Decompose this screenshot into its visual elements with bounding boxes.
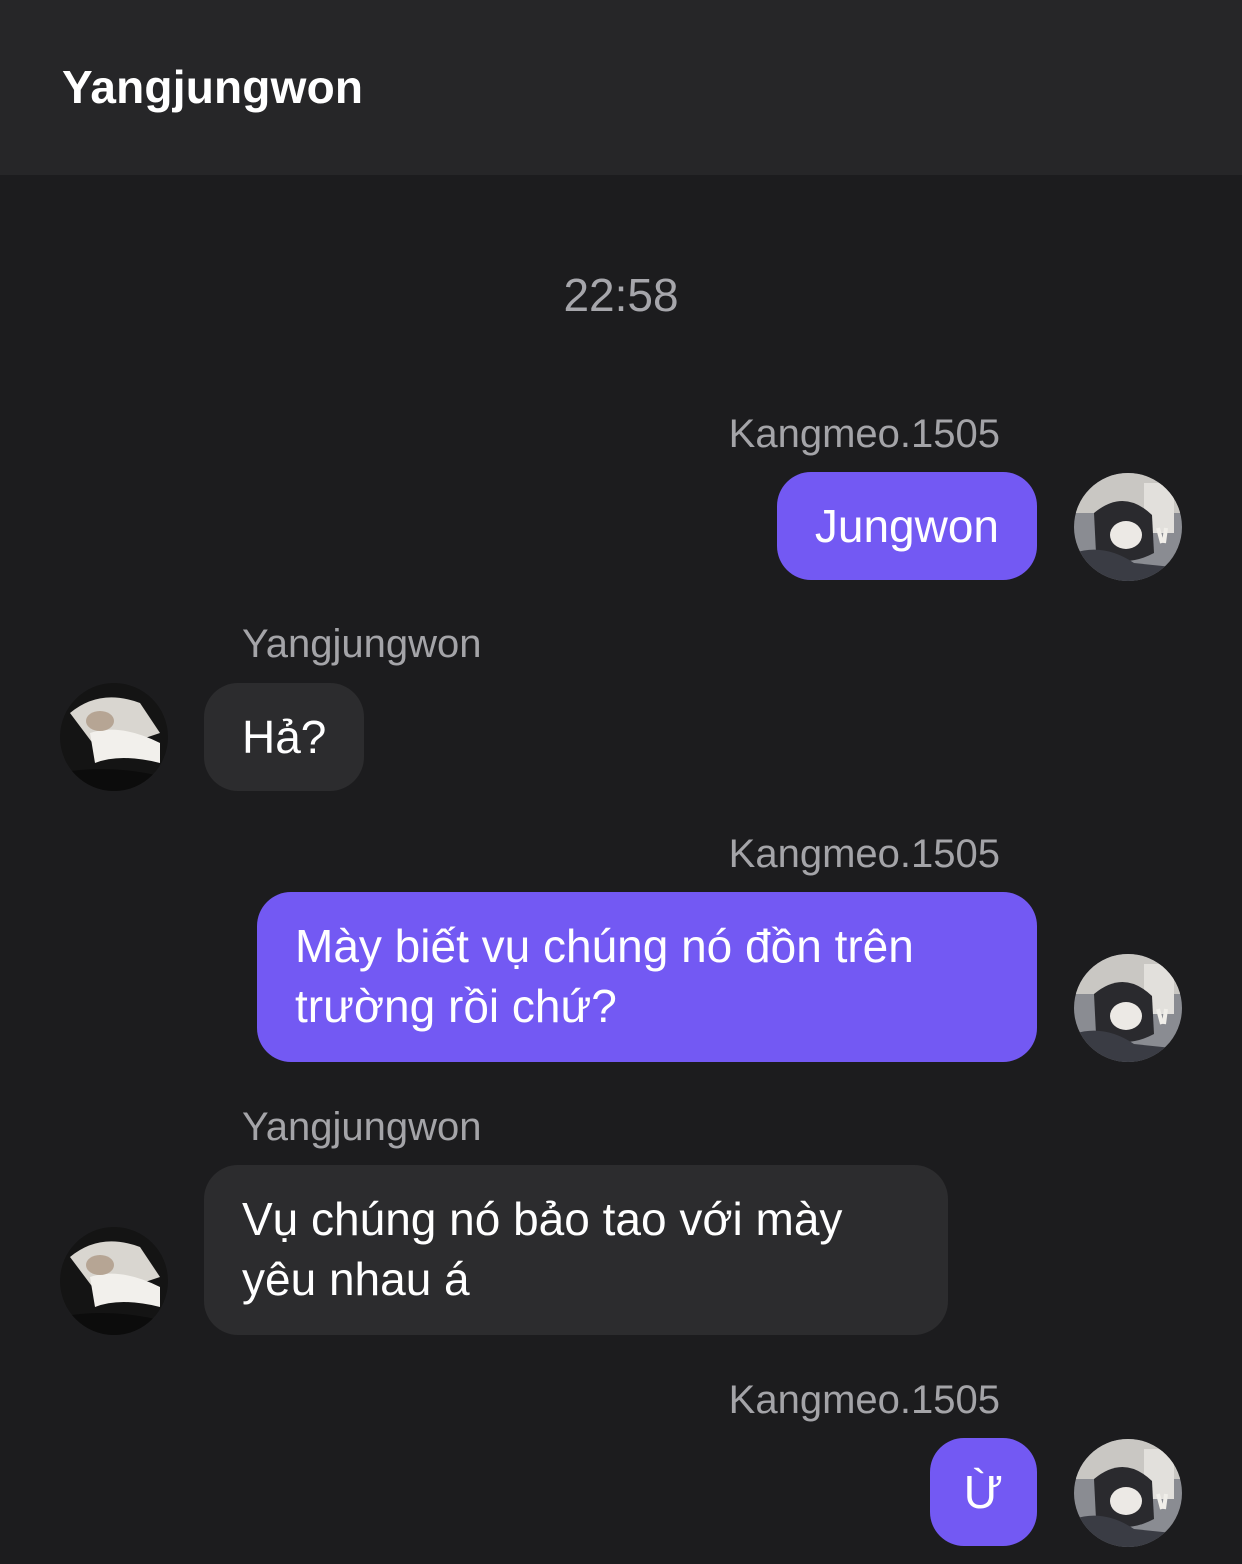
sender-name: Kangmeo.1505	[728, 1378, 1000, 1422]
chat-header: Yangjungwon	[0, 0, 1242, 175]
message-bubble-sent[interactable]: Ừ	[929, 1438, 1037, 1546]
message-bubble-received[interactable]: Vụ chúng nó bảo tao với mày yêu nhau á	[204, 1165, 948, 1335]
sender-name: Kangmeo.1505	[728, 832, 1000, 876]
contact-avatar-icon[interactable]	[60, 1227, 168, 1335]
sender-name: Yangjungwon	[242, 622, 482, 666]
own-avatar-icon[interactable]	[1074, 1439, 1182, 1547]
message-bubble-sent[interactable]: Jungwon	[776, 472, 1037, 580]
own-avatar-icon[interactable]	[1074, 473, 1182, 581]
contact-avatar-icon[interactable]	[60, 683, 168, 791]
own-avatar-icon[interactable]	[1074, 954, 1182, 1062]
message-timestamp: 22:58	[563, 269, 679, 321]
chat-title[interactable]: Yangjungwon	[62, 58, 363, 116]
message-bubble-received[interactable]: Hả?	[204, 683, 365, 791]
sender-name: Yangjungwon	[242, 1105, 482, 1149]
sender-name: Kangmeo.1505	[728, 412, 1000, 456]
message-bubble-sent[interactable]: Mày biết vụ chúng nó đồn trên trường rồi…	[257, 892, 1037, 1062]
